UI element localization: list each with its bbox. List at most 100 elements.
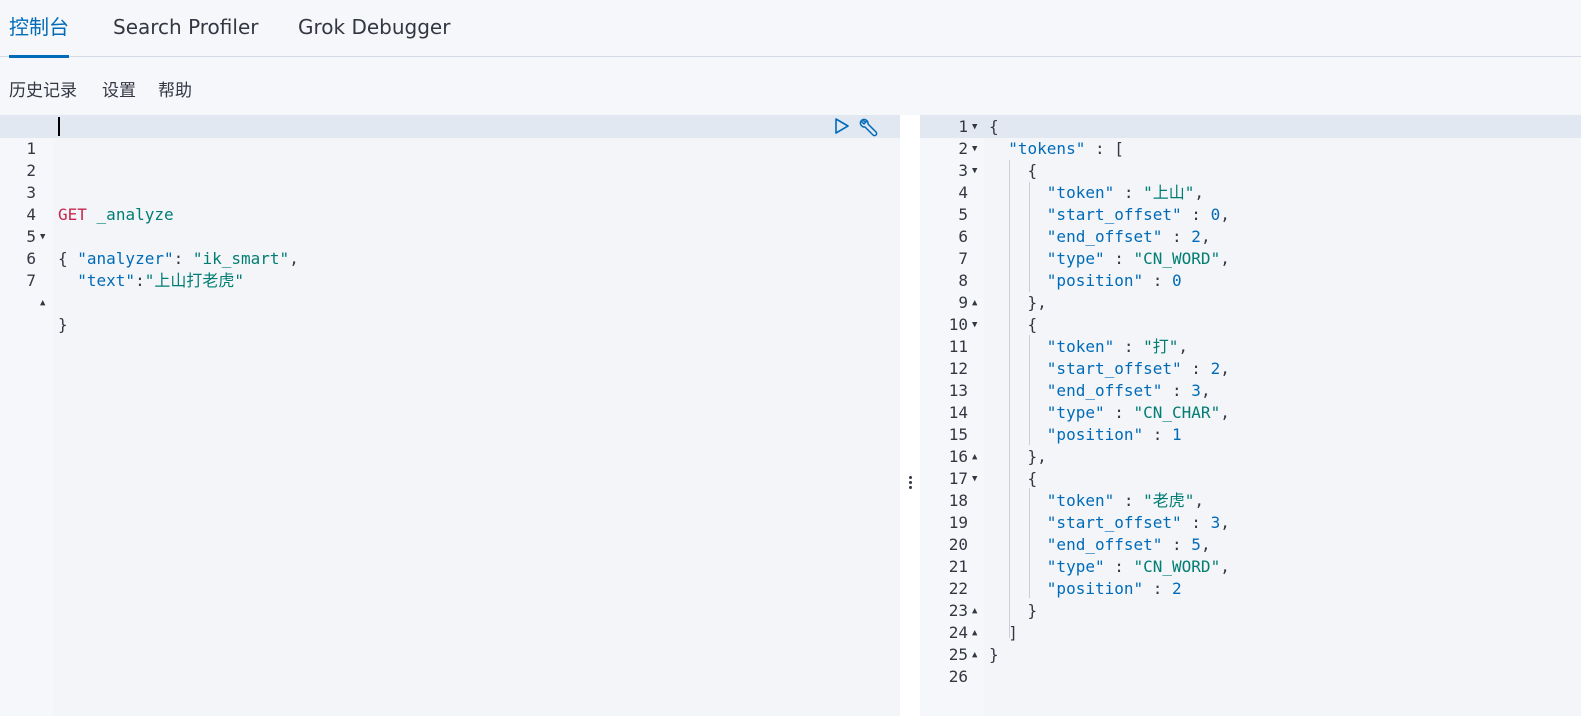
code-token: , <box>1220 513 1230 532</box>
code-token: , <box>1220 359 1230 378</box>
code-line: 18 "token" : "老虎", <box>920 490 1581 512</box>
code-line: 7 "type" : "CN_WORD", <box>920 248 1581 270</box>
code-token: 2 <box>1191 227 1201 246</box>
code-token: 16 <box>948 447 968 466</box>
code-token: : <box>1114 183 1144 202</box>
code-token: 6 <box>958 227 968 246</box>
code-token: 7 <box>958 249 968 268</box>
code-token: 2 <box>1172 579 1182 598</box>
tab-search-profiler[interactable]: Search Profiler <box>113 0 258 57</box>
code-token: 22 <box>948 579 968 598</box>
code-token: }, <box>1027 293 1047 312</box>
code-token: "上山" <box>1143 183 1195 202</box>
code-token: "type" <box>1046 403 1105 422</box>
response-editor: 1 ▼{ 2 ▼ "tokens" : [ 3 ▼ { 4 "token" : "上山… <box>920 115 1581 716</box>
code-token: { <box>989 117 999 136</box>
code-token: : <box>1181 513 1211 532</box>
code-line: 21 "type" : "CN_WORD", <box>920 556 1581 578</box>
code-token: : <box>1143 425 1173 444</box>
fold-close-icon[interactable]: ▲ <box>972 622 977 644</box>
code-token: : <box>1104 249 1134 268</box>
code-token: , <box>1200 227 1211 246</box>
pane-divider <box>900 115 920 716</box>
code-token: "token" <box>1046 183 1115 202</box>
code-token: , <box>1220 249 1230 268</box>
code-token: : <box>1162 535 1192 554</box>
code-line: 4 "token" : "上山", <box>920 182 1581 204</box>
code-token: : <box>1143 271 1173 290</box>
code-token: "CN_CHAR" <box>1133 403 1221 422</box>
code-token: "text" <box>77 271 136 290</box>
code-token: 0 <box>1210 205 1221 224</box>
fold-open-icon[interactable]: ▼ <box>972 116 977 138</box>
code-token: "CN_WORD" <box>1133 557 1221 576</box>
play-icon[interactable] <box>834 117 850 139</box>
code-token: } <box>1027 601 1038 620</box>
code-token: 13 <box>948 381 968 400</box>
fold-close-icon[interactable]: ▲ <box>972 446 977 468</box>
top-tab-bar: 控制台 Search Profiler Grok Debugger <box>0 0 1581 58</box>
code-token: 5 <box>958 205 968 224</box>
fold-open-icon[interactable]: ▼ <box>972 138 977 160</box>
code-token: : <box>1114 491 1144 510</box>
code-token: 5 <box>1191 535 1201 554</box>
code-line: 16 ▲ }, <box>920 446 1581 468</box>
code-token: "type" <box>1046 557 1105 576</box>
code-token: 2 <box>958 139 968 158</box>
resize-handle[interactable] <box>907 476 913 492</box>
request-editor[interactable]: 1 2 3 GET _analyze 4 ▼ { 5 "analyzer": "… <box>0 115 900 716</box>
code-token: 4 <box>958 183 968 202</box>
code-token: 1 <box>958 117 968 136</box>
console-menu: 历史记录 设置 帮助 <box>0 58 1581 115</box>
code-token: , <box>1200 535 1211 554</box>
code-token: 24 <box>948 623 968 642</box>
code-line: 12 "start_offset" : 2, <box>920 358 1581 380</box>
fold-close-icon[interactable]: ▲ <box>972 292 977 314</box>
code-line: 2 ▼ "tokens" : [ <box>920 138 1581 160</box>
code-token: "position" <box>1046 579 1144 598</box>
code-token: "position" <box>1046 425 1144 444</box>
code-token: , <box>1220 557 1230 576</box>
tab-console[interactable]: 控制台 <box>9 0 69 58</box>
code-token: 18 <box>948 491 968 510</box>
code-line: 17 ▼ { <box>920 468 1581 490</box>
fold-close-icon[interactable]: ▲ <box>972 600 977 622</box>
fold-open-icon[interactable]: ▼ <box>972 468 977 490</box>
fold-open-icon[interactable]: ▼ <box>972 160 977 182</box>
code-token: "end_offset" <box>1046 381 1163 400</box>
code-token: 14 <box>948 403 968 422</box>
code-token: 21 <box>948 557 968 576</box>
code-token: , <box>1194 491 1205 510</box>
code-token: 2 <box>1210 359 1221 378</box>
code-token: , <box>1220 205 1230 224</box>
code-line: 23 ▲ } <box>920 600 1581 622</box>
code-line: 20 "end_offset" : 5, <box>920 534 1581 556</box>
code-line: 19 "start_offset" : 3, <box>920 512 1581 534</box>
code-token: }, <box>1027 447 1047 466</box>
code-token: : <box>1162 227 1192 246</box>
code-token: } <box>989 645 999 664</box>
code-token: 1 <box>1172 425 1182 444</box>
fold-open-icon[interactable]: ▼ <box>972 314 977 336</box>
code-token: 3 <box>958 161 968 180</box>
code-token: : <box>1104 403 1134 422</box>
tab-grok-debugger[interactable]: Grok Debugger <box>298 0 450 57</box>
fold-close-icon[interactable]: ▲ <box>972 644 977 666</box>
code-token: "start_offset" <box>1046 513 1182 532</box>
code-line: 8 "position" : 0 <box>920 270 1581 292</box>
code-token: 0 <box>1172 271 1182 290</box>
code-token: "position" <box>1046 271 1144 290</box>
code-token: : <box>135 271 145 290</box>
code-token: 20 <box>948 535 968 554</box>
code-token: { <box>1027 161 1038 180</box>
code-token: : <box>1162 381 1192 400</box>
code-token: , <box>1194 183 1205 202</box>
wrench-icon[interactable] <box>858 117 880 141</box>
code-token: "end_offset" <box>1046 227 1163 246</box>
code-token: 12 <box>948 359 968 378</box>
code-line: 6 "end_offset" : 2, <box>920 226 1581 248</box>
code-token: "打" <box>1143 337 1179 356</box>
code-token: 3 <box>1210 513 1221 532</box>
fold-close-icon[interactable]: ▲ <box>40 292 45 314</box>
code-token: 26 <box>948 667 968 686</box>
